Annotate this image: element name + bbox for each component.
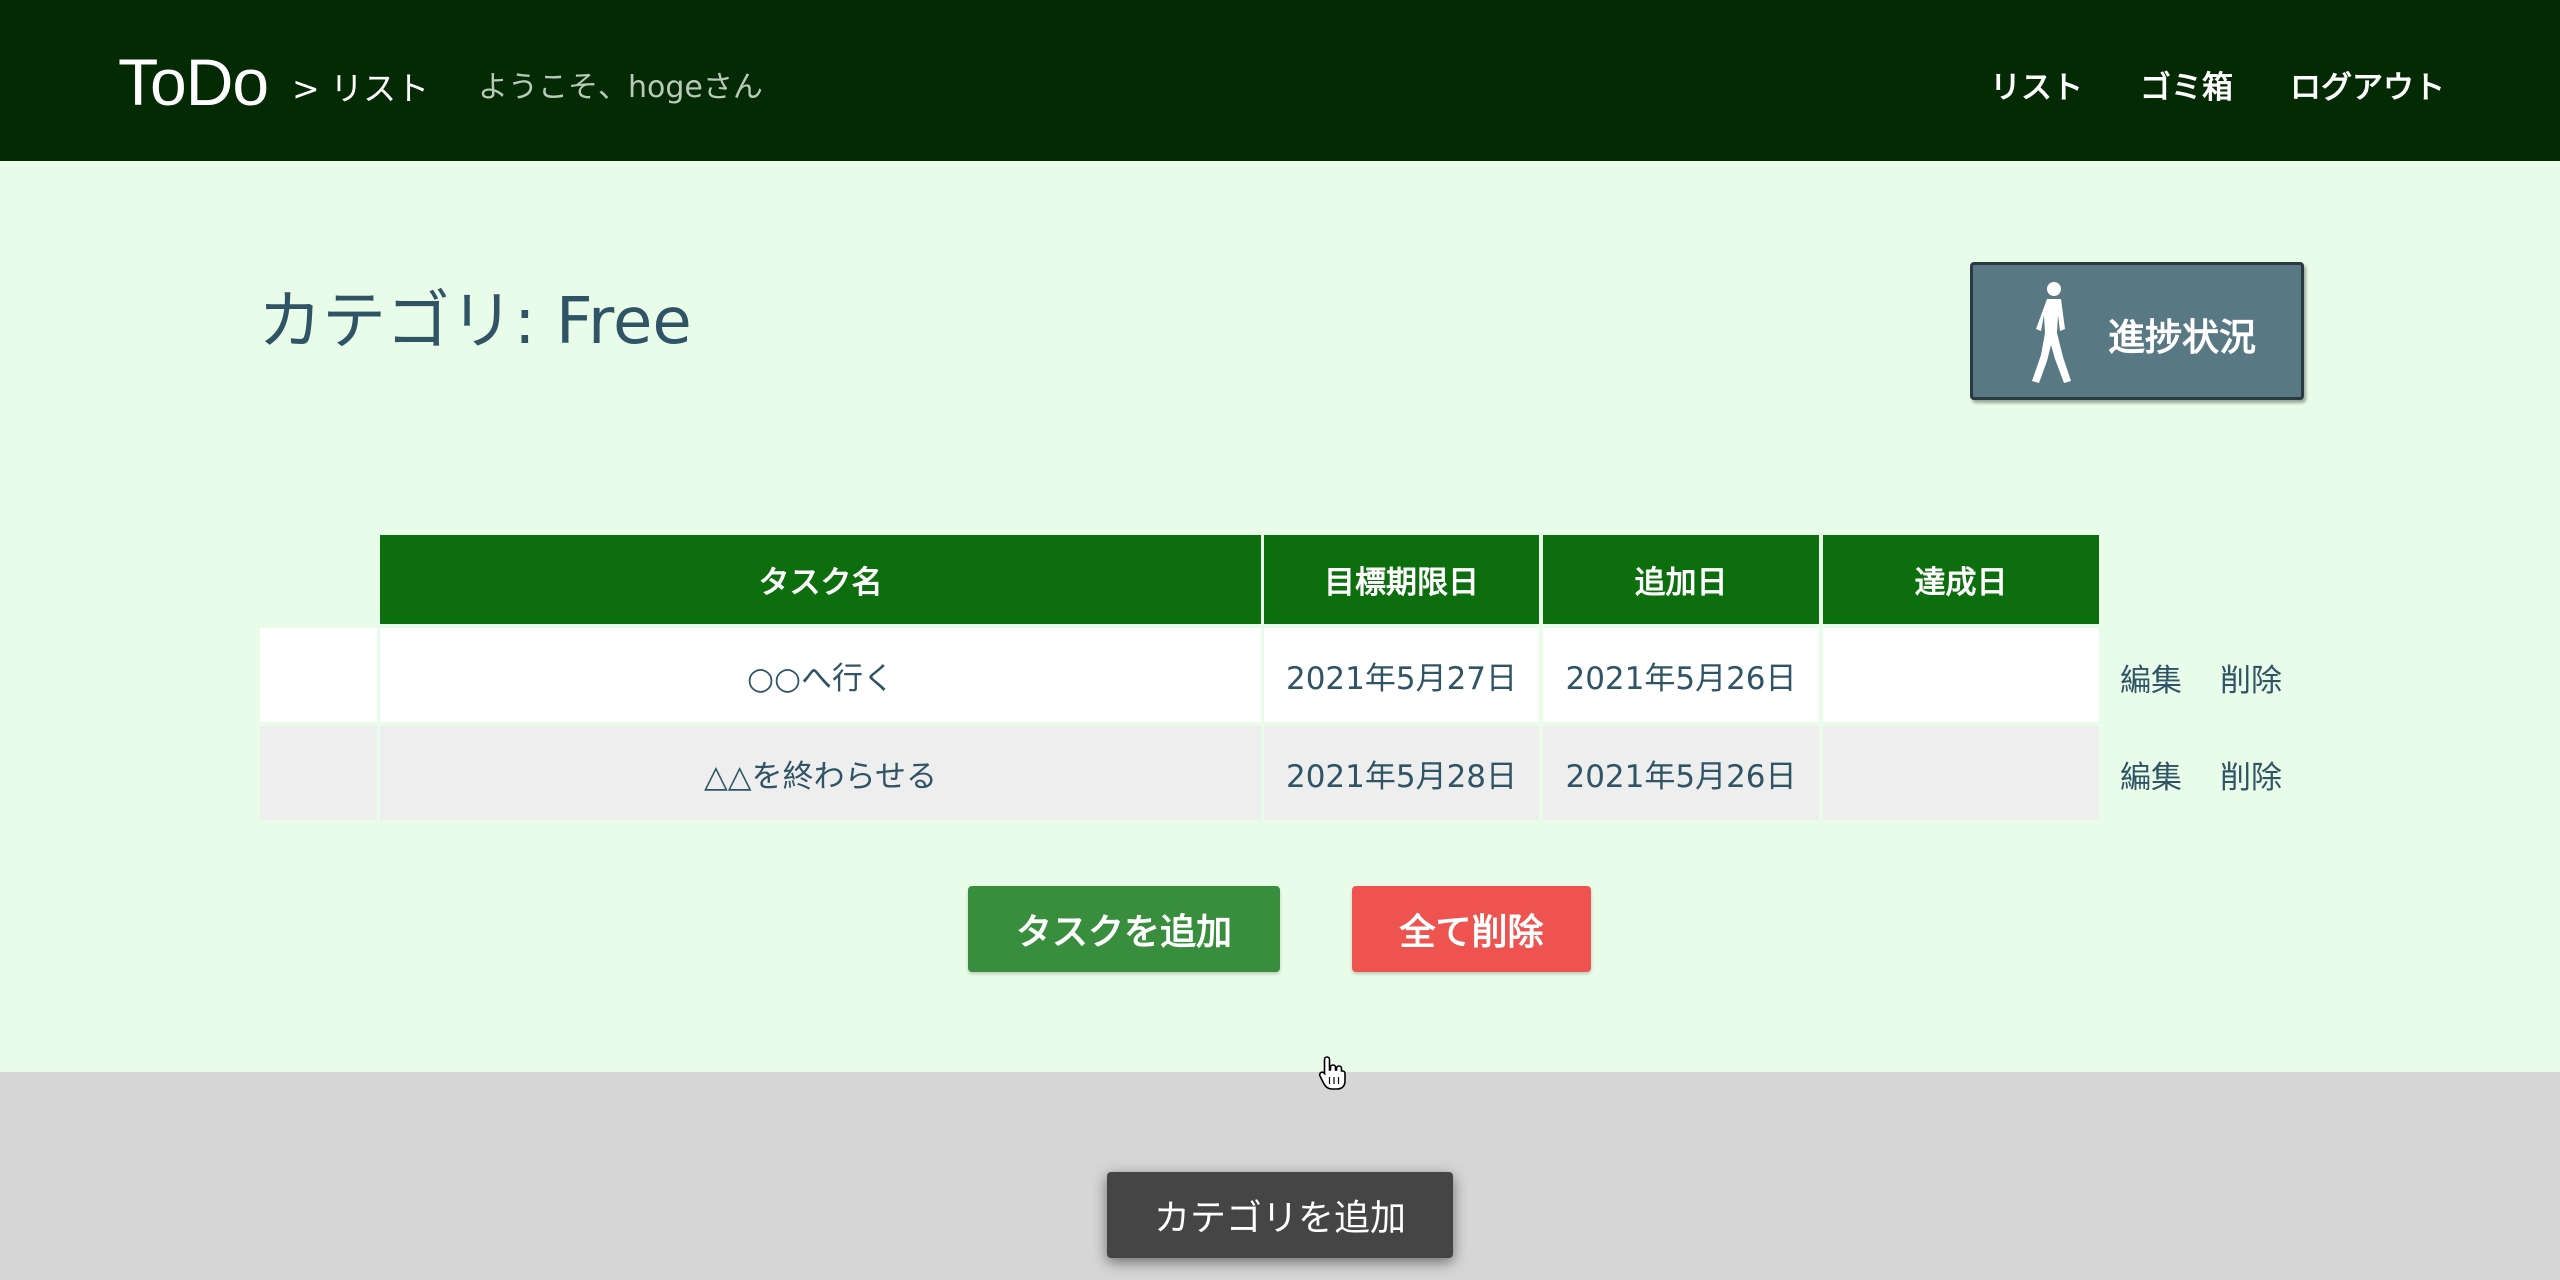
delete-link[interactable]: 削除 — [2220, 752, 2282, 797]
welcome-message: ようこそ、hogeさん — [478, 70, 763, 105]
due-date-cell: 2021年5月27日 — [1264, 628, 1539, 722]
progress-button[interactable]: 進捗状況 — [1970, 262, 2304, 400]
nav-list-link[interactable]: リスト — [1990, 62, 2083, 107]
column-header-task-name: タスク名 — [380, 535, 1261, 624]
due-date-cell: 2021年5月28日 — [1264, 726, 1539, 820]
delete-link[interactable]: 削除 — [2220, 655, 2282, 700]
row-blank-cell — [260, 726, 377, 820]
task-name-cell: △△を終わらせる — [380, 726, 1261, 820]
page-title: カテゴリ: Free — [258, 285, 692, 359]
added-date-cell: 2021年5月26日 — [1543, 726, 1819, 820]
delete-all-button[interactable]: 全て削除 — [1352, 886, 1591, 972]
done-date-cell — [1823, 628, 2099, 722]
hand-cursor-icon — [1318, 1056, 1346, 1090]
column-header-done-date: 達成日 — [1823, 535, 2099, 624]
add-task-button[interactable]: タスクを追加 — [968, 886, 1280, 972]
breadcrumb: > リスト — [292, 69, 430, 108]
progress-button-label: 進捗状況 — [2108, 316, 2256, 359]
done-date-cell — [1823, 726, 2099, 820]
edit-link[interactable]: 編集 — [2120, 752, 2182, 797]
column-header-due-date: 目標期限日 — [1264, 535, 1539, 624]
walking-person-icon — [2032, 282, 2071, 383]
added-date-cell: 2021年5月26日 — [1543, 628, 1819, 722]
nav-trash-link[interactable]: ゴミ箱 — [2140, 62, 2233, 107]
add-category-button[interactable]: カテゴリを追加 — [1107, 1172, 1453, 1258]
nav-logout-link[interactable]: ログアウト — [2290, 62, 2445, 107]
app-logo[interactable]: ToDo — [118, 44, 269, 120]
column-header-added-date: 追加日 — [1543, 535, 1819, 624]
task-name-cell: ○○へ行く — [380, 628, 1261, 722]
row-blank-cell — [260, 628, 377, 722]
edit-link[interactable]: 編集 — [2120, 655, 2182, 700]
top-navbar: ToDo > リスト ようこそ、hogeさん リスト ゴミ箱 ログアウト — [0, 0, 2560, 161]
